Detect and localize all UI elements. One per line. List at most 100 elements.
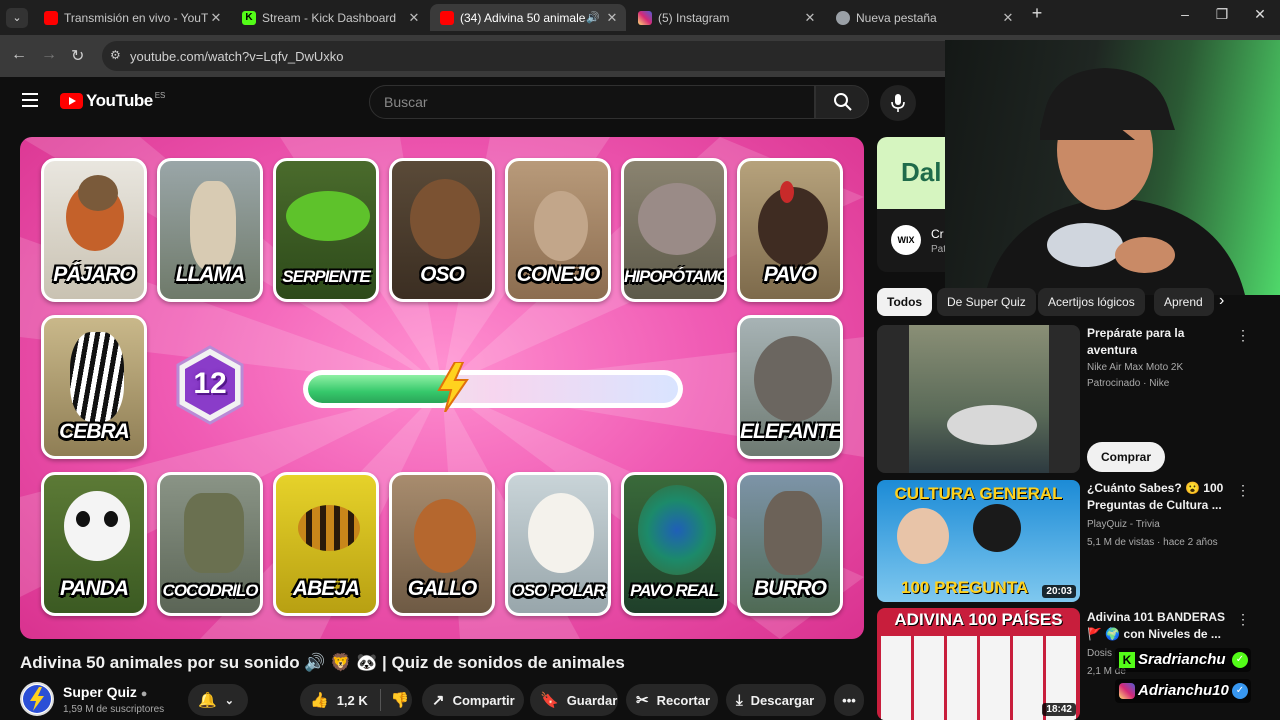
notifications-button[interactable]: 🔔 ⌄ — [188, 684, 248, 716]
back-arrow-icon[interactable]: ← — [11, 46, 27, 64]
minimize-icon[interactable]: – — [1170, 6, 1200, 22]
save-button[interactable]: 🔖 Guardar — [530, 684, 618, 716]
buy-button[interactable]: Comprar — [1087, 442, 1166, 472]
animal-card-cocodrilo: COCODRILO — [157, 472, 263, 616]
new-tab-plus-icon[interactable]: + — [1022, 3, 1052, 24]
search-input[interactable] — [370, 86, 814, 118]
tab-nueva-pestana[interactable]: Nueva pestaña ✕ — [826, 4, 1022, 31]
tab-adivina-animales[interactable]: (34) Adivina 50 animales po 🔊 ✕ — [430, 4, 626, 31]
panda-eye — [76, 511, 90, 527]
thumbs-down-icon[interactable]: 👎 — [391, 691, 410, 709]
more-actions-button[interactable]: ••• — [834, 684, 864, 716]
sidebar-ad[interactable]: Dal WIX Cr Pat — [877, 137, 947, 272]
restore-icon[interactable]: ❐ — [1207, 6, 1237, 23]
tab-title: (34) Adivina 50 animales po — [460, 10, 586, 25]
more-horizontal-icon: ••• — [842, 692, 856, 708]
timer-progress-bar — [303, 362, 683, 412]
astronaut-helmet — [973, 504, 1021, 552]
url-text: youtube.com/watch?v=Lqfv_DwUxko — [130, 49, 344, 64]
animal-card-abeja: ABEJA — [273, 472, 379, 616]
search-button[interactable] — [815, 85, 869, 119]
menu-icon[interactable] — [22, 93, 38, 111]
more-vertical-icon[interactable]: ⋮ — [1236, 327, 1250, 344]
thumb-bottom-text: 100 PREGUNTA — [901, 578, 1029, 597]
donkey-image — [764, 491, 822, 575]
rec-title[interactable]: Adivina 101 BANDERAS 🚩 🌍 con Niveles de … — [1087, 609, 1227, 643]
rec-thumbnail-banderas[interactable]: ADIVINA 100 PAÍSES 18:42 — [877, 608, 1080, 720]
chevron-right-icon[interactable]: › — [1219, 292, 1224, 310]
close-icon[interactable]: ✕ — [406, 10, 422, 26]
speaker-icon[interactable]: 🔊 — [586, 11, 600, 24]
rec-meta: 5,1 M de vistas · hace 2 años — [1087, 537, 1218, 548]
wix-logo-icon: WIX — [891, 225, 921, 255]
close-icon[interactable]: ✕ — [208, 10, 224, 26]
animal-card-pavo-real: PAVO REAL — [621, 472, 727, 616]
close-icon[interactable]: ✕ — [1000, 10, 1016, 26]
more-vertical-icon[interactable]: ⋮ — [1236, 482, 1250, 499]
youtube-logo[interactable]: YouTube ES — [60, 91, 165, 111]
bell-icon: 🔔 — [198, 692, 217, 709]
animal-card-oso: OSO — [389, 158, 495, 302]
youtube-icon — [44, 10, 58, 25]
share-icon: ↗ — [432, 692, 445, 709]
close-icon[interactable]: ✕ — [604, 10, 620, 26]
ad-brand: Cr — [931, 227, 944, 241]
download-icon: ⤓ — [736, 691, 743, 709]
video-player[interactable]: PÁJARO LLAMA SERPIENTE OSO CONEJO HIPOPÓ… — [20, 137, 864, 639]
animal-label: SERPIENTE — [282, 267, 370, 286]
animal-card-elefante: ELEFANTE — [737, 315, 843, 459]
like-button[interactable]: 👍 1,2 K — [310, 691, 368, 709]
kick-icon: K — [242, 10, 256, 25]
download-button[interactable]: ⤓ Descargar — [726, 684, 826, 716]
chip-acertijos[interactable]: Acertijos lógicos — [1038, 288, 1145, 316]
rec-meta: Nike Air Max Moto 2K — [1087, 362, 1184, 373]
share-button[interactable]: ↗ Compartir — [422, 684, 524, 716]
animal-label: GALLO — [407, 577, 478, 600]
site-info-icon[interactable]: ⚙ — [110, 48, 121, 62]
rec-channel[interactable]: Dosis — [1087, 646, 1112, 661]
tab-youtube-live[interactable]: Transmisión en vivo - YouTube ✕ — [34, 4, 230, 31]
rec-thumbnail-cultura[interactable]: CULTURA GENERAL 100 PREGUNTA 20:03 — [877, 480, 1080, 602]
search-icon — [834, 93, 852, 111]
animal-label: BURRO — [754, 577, 827, 600]
reload-icon[interactable]: ↻ — [71, 46, 84, 66]
chip-todos[interactable]: Todos — [877, 288, 933, 316]
ad-banner: Dal — [877, 137, 947, 209]
tab-search-chevron-icon[interactable]: ⌄ — [6, 8, 28, 28]
rec-thumbnail-nike[interactable] — [877, 325, 1080, 473]
animal-card-panda: PANDA — [41, 472, 147, 616]
channel-name[interactable]: Super Quiz ● — [63, 684, 147, 700]
logo-text: YouTube — [86, 91, 153, 110]
instagram-icon — [1119, 683, 1135, 699]
rec-meta-sponsor: Patrocinado · Nike — [1087, 378, 1170, 389]
tab-kick-dashboard[interactable]: K Stream - Kick Dashboard ✕ — [232, 4, 428, 31]
rec-title[interactable]: ¿Cuánto Sabes? 😮 100 Preguntas de Cultur… — [1087, 480, 1227, 514]
search-box — [369, 85, 815, 119]
tab-title: Nueva pestaña — [856, 10, 937, 25]
close-icon[interactable]: ✕ — [802, 10, 818, 26]
animal-card-oso-polar: OSO POLAR — [505, 472, 611, 616]
peacock-image — [638, 485, 716, 575]
clip-button[interactable]: ✂ Recortar — [626, 684, 718, 716]
chip-super-quiz[interactable]: De Super Quiz — [937, 288, 1036, 316]
animal-card-pavo: PAVO — [737, 158, 843, 302]
animal-label: OSO — [420, 263, 465, 286]
animal-card-burro: BURRO — [737, 472, 843, 616]
verified-check-icon: ✓ — [1232, 683, 1248, 699]
lightning-logo-icon — [23, 685, 51, 713]
voice-search-button[interactable] — [880, 85, 916, 121]
duration-badge: 20:03 — [1042, 585, 1076, 598]
more-vertical-icon[interactable]: ⋮ — [1236, 611, 1250, 628]
forward-arrow-icon[interactable]: → — [41, 46, 57, 64]
window-close-icon[interactable]: ✕ — [1245, 6, 1275, 23]
animal-label: LLAMA — [175, 263, 245, 286]
animal-card-llama: LLAMA — [157, 158, 263, 302]
tab-instagram[interactable]: (5) Instagram ✕ — [628, 4, 824, 31]
chip-aprend[interactable]: Aprend — [1154, 288, 1214, 316]
channel-avatar[interactable] — [20, 682, 54, 716]
youtube-header: YouTube ES — [0, 77, 945, 132]
thumbs-up-icon: 👍 — [310, 692, 329, 709]
rec-channel[interactable]: PlayQuiz - Trivia — [1087, 517, 1160, 532]
youtube-play-icon — [60, 93, 83, 109]
rec-title[interactable]: Prepárate para la aventura — [1087, 325, 1227, 359]
